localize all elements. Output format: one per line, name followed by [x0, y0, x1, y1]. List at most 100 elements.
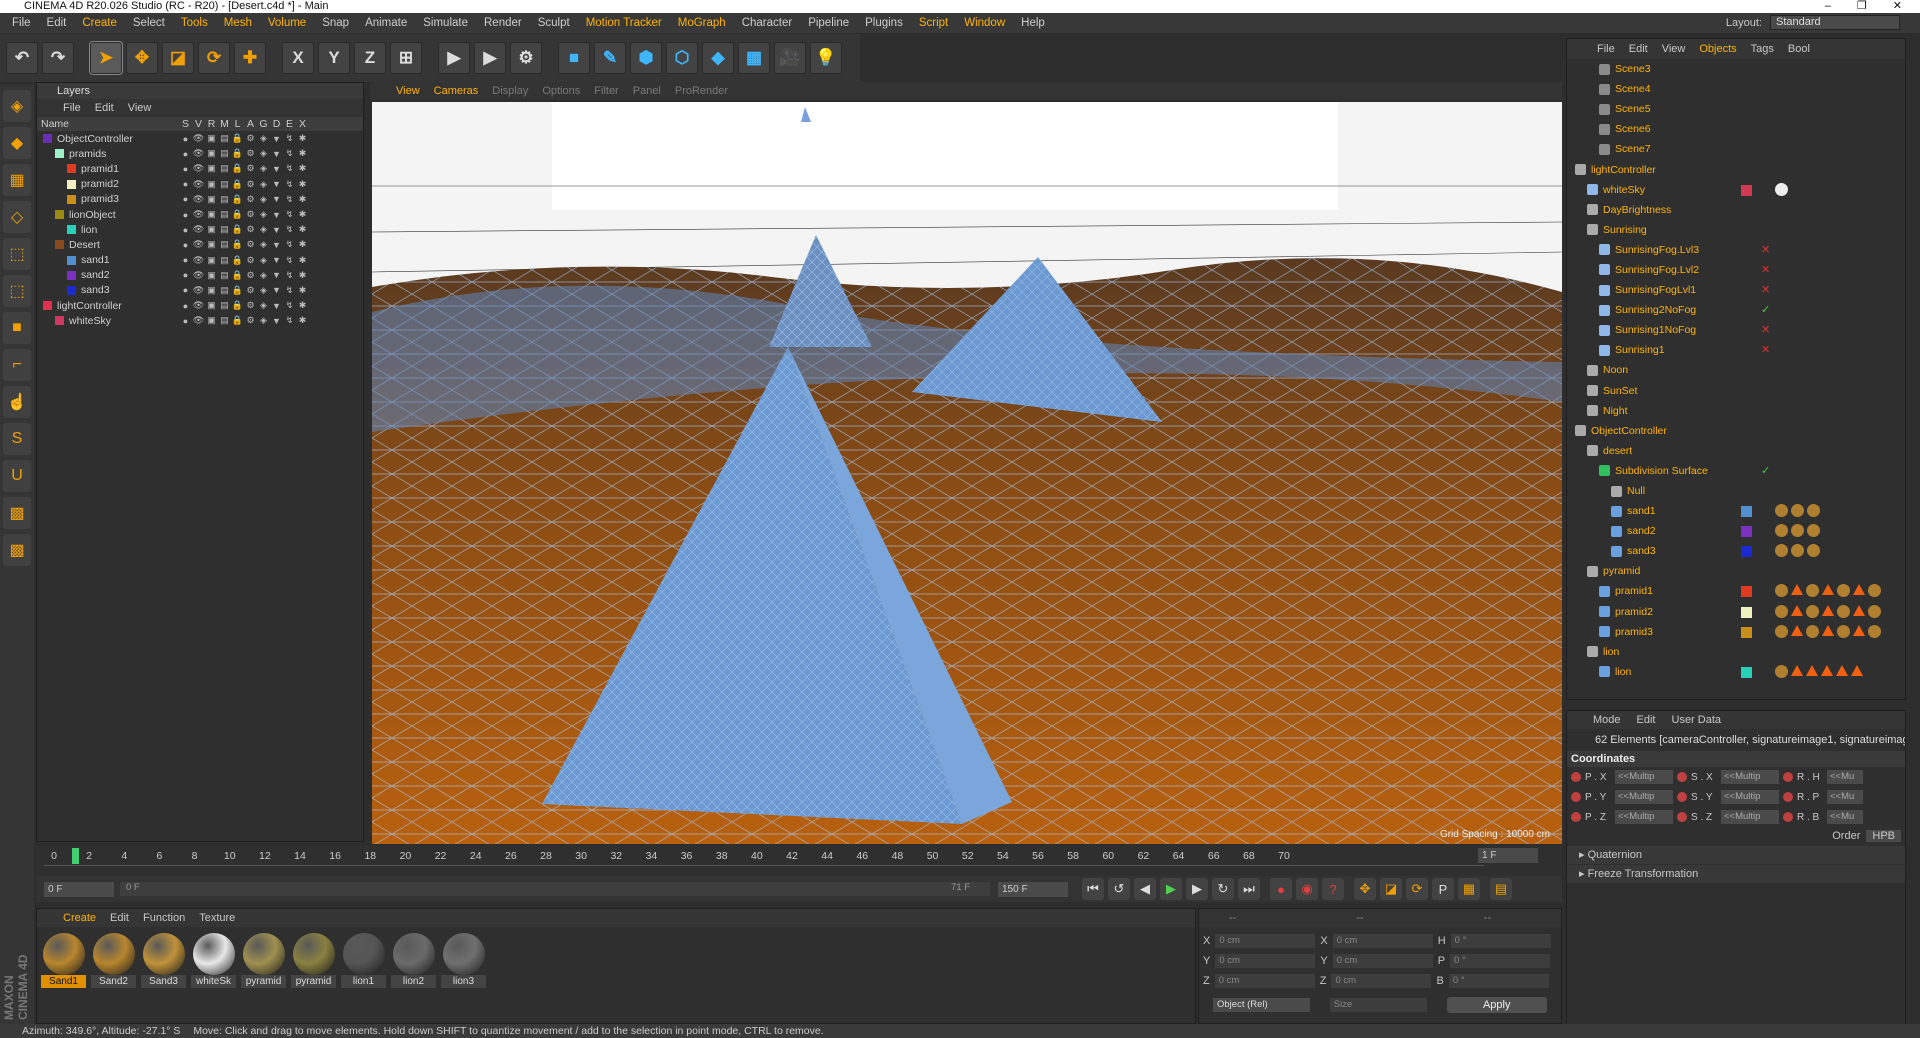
- object-visibility-toggle[interactable]: ✕: [1761, 243, 1770, 256]
- object-row[interactable]: lion: [1567, 642, 1905, 662]
- material-tag-icon[interactable]: [1807, 544, 1820, 558]
- layer-flag-icon[interactable]: ▤: [218, 300, 231, 311]
- y-axis-icon[interactable]: Y: [318, 42, 350, 74]
- layer-column-l[interactable]: L: [231, 117, 244, 131]
- layer-flag-icon[interactable]: 🔒: [231, 133, 244, 144]
- layer-flag-icon[interactable]: ⚙: [244, 133, 257, 144]
- phong-tag-icon[interactable]: [1791, 584, 1803, 596]
- object-row[interactable]: desert: [1567, 441, 1905, 461]
- order-dropdown[interactable]: HPB: [1866, 830, 1901, 842]
- render-view-icon[interactable]: ▶: [438, 42, 470, 74]
- phong-tag-icon[interactable]: [1806, 664, 1818, 676]
- layer-flag-icon[interactable]: ↯: [283, 300, 296, 311]
- timeline-ruler[interactable]: 0 2 4 6 8 10 12 14 16 18 20 22 24 26 28 30 32 34 36 38 40 42 4…: [44, 848, 1484, 866]
- layer-flag-icon[interactable]: ▼: [270, 255, 283, 265]
- layer-flag-icon[interactable]: ●: [179, 316, 192, 326]
- current-frame-field[interactable]: 1 F: [1478, 848, 1538, 863]
- coordinate-input[interactable]: 0 cm: [1331, 974, 1432, 988]
- coordinate-input[interactable]: 0 cm: [1214, 974, 1315, 988]
- material-item[interactable]: Sand1: [41, 933, 86, 988]
- viewport-menu-view[interactable]: View: [396, 82, 420, 100]
- cube-icon[interactable]: ■: [558, 42, 590, 74]
- play-icon[interactable]: ▶: [1160, 878, 1182, 900]
- material-tag-icon[interactable]: [1775, 544, 1788, 558]
- layer-flag-icon[interactable]: 👁: [192, 209, 205, 220]
- material-tag-icon[interactable]: [1791, 544, 1804, 558]
- object-row[interactable]: whiteSky: [1567, 180, 1905, 200]
- layer-flag-icon[interactable]: 🔒: [231, 285, 244, 296]
- layer-flag-icon[interactable]: 🔒: [231, 148, 244, 159]
- menu-plugins[interactable]: Plugins: [857, 17, 911, 29]
- layer-flag-icon[interactable]: ⚙: [244, 209, 257, 220]
- viewport-menu-display[interactable]: Display: [492, 82, 528, 100]
- object-menu-bool[interactable]: Bool: [1788, 39, 1810, 59]
- fold-quaternion[interactable]: ▸ Quaternion: [1567, 846, 1905, 864]
- object-row[interactable]: Sunrising: [1567, 220, 1905, 240]
- layer-flag-icon[interactable]: ▼: [270, 240, 283, 250]
- layer-flag-icon[interactable]: ✱: [296, 255, 309, 266]
- playhead[interactable]: [72, 848, 79, 864]
- material-tag-icon[interactable]: [1791, 524, 1804, 538]
- layer-flag-icon[interactable]: ◈: [257, 148, 270, 159]
- menu-file[interactable]: File: [4, 17, 39, 29]
- menu-tools[interactable]: Tools: [173, 17, 216, 29]
- object-row[interactable]: Null: [1567, 481, 1905, 501]
- record-parameter-icon[interactable]: P: [1432, 878, 1454, 900]
- magnet-icon[interactable]: U: [3, 460, 31, 492]
- layer-flag-icon[interactable]: 👁: [192, 255, 205, 266]
- material-item[interactable]: lion3: [441, 933, 486, 988]
- material-tag-icon[interactable]: [1807, 504, 1820, 518]
- attribute-menu-edit[interactable]: Edit: [1637, 711, 1656, 729]
- recent-tool-icon[interactable]: ✚: [234, 42, 266, 74]
- menu-window[interactable]: Window: [956, 17, 1013, 29]
- material-tag-icon[interactable]: [1775, 604, 1788, 618]
- menu-edit[interactable]: Edit: [39, 17, 75, 29]
- phong-tag-icon[interactable]: [1853, 584, 1865, 596]
- coordinate-value-field[interactable]: <<Multip: [1721, 790, 1779, 804]
- layer-flag-icon[interactable]: ✱: [296, 285, 309, 296]
- coordinate-value-field[interactable]: <<Mu: [1827, 810, 1863, 824]
- menu-motion-tracker[interactable]: Motion Tracker: [578, 17, 670, 29]
- object-row[interactable]: pramid2: [1567, 602, 1905, 622]
- viewport-menu-filter[interactable]: Filter: [594, 82, 618, 100]
- layer-flag-icon[interactable]: ◈: [257, 255, 270, 266]
- layer-flag-icon[interactable]: ▣: [205, 270, 218, 281]
- layer-menu-view[interactable]: View: [128, 99, 152, 117]
- menu-simulate[interactable]: Simulate: [415, 17, 476, 29]
- layer-flag-icon[interactable]: ⚙: [244, 300, 257, 311]
- menu-animate[interactable]: Animate: [357, 17, 415, 29]
- layer-flag-icon[interactable]: 🔒: [231, 209, 244, 220]
- floor-icon[interactable]: ▦: [738, 42, 770, 74]
- material-tag-icon[interactable]: [1837, 584, 1850, 598]
- material-tag-icon[interactable]: [1868, 604, 1881, 618]
- layer-flag-icon[interactable]: ▣: [205, 148, 218, 159]
- coordinate-input[interactable]: 0 °: [1450, 934, 1551, 948]
- maximize-icon[interactable]: ❐: [1857, 0, 1867, 13]
- layer-flag-icon[interactable]: ▤: [218, 224, 231, 235]
- object-visibility-toggle[interactable]: ✕: [1761, 343, 1770, 356]
- layer-flag-icon[interactable]: ⚙: [244, 270, 257, 281]
- make-editable-icon[interactable]: ◈: [3, 90, 31, 122]
- menu-character[interactable]: Character: [734, 17, 801, 29]
- select-icon[interactable]: ➤: [89, 41, 123, 75]
- layer-flag-icon[interactable]: ▼: [270, 270, 283, 280]
- coordinate-value-field[interactable]: <<Multip: [1615, 810, 1673, 824]
- layer-row[interactable]: sand2 ● 👁 ▣ ▤ 🔒 ⚙ ◈ ▼ ↯ ✱: [37, 268, 363, 283]
- menu-script[interactable]: Script: [911, 17, 956, 29]
- edges-mode-icon[interactable]: ⬚: [3, 275, 31, 307]
- object-row[interactable]: lion: [1567, 662, 1905, 682]
- object-row[interactable]: Scene6: [1567, 119, 1905, 139]
- material-tag-icon[interactable]: [1775, 624, 1788, 638]
- layer-flag-icon[interactable]: ▣: [205, 315, 218, 326]
- undo-icon[interactable]: ↶: [6, 42, 38, 74]
- material-tag-icon[interactable]: [1868, 584, 1881, 598]
- layer-flag-icon[interactable]: ●: [179, 255, 192, 265]
- layer-flag-icon[interactable]: ▣: [205, 285, 218, 296]
- object-visibility-toggle[interactable]: ✕: [1761, 263, 1770, 276]
- layer-flag-icon[interactable]: 🔒: [231, 224, 244, 235]
- previous-frame-icon[interactable]: ◀: [1134, 878, 1156, 900]
- layer-flag-icon[interactable]: 👁: [192, 179, 205, 190]
- record-rotation-icon[interactable]: ⟳: [1406, 878, 1428, 900]
- layer-flag-icon[interactable]: ↯: [283, 315, 296, 326]
- coordinate-input[interactable]: 0 °: [1450, 954, 1551, 968]
